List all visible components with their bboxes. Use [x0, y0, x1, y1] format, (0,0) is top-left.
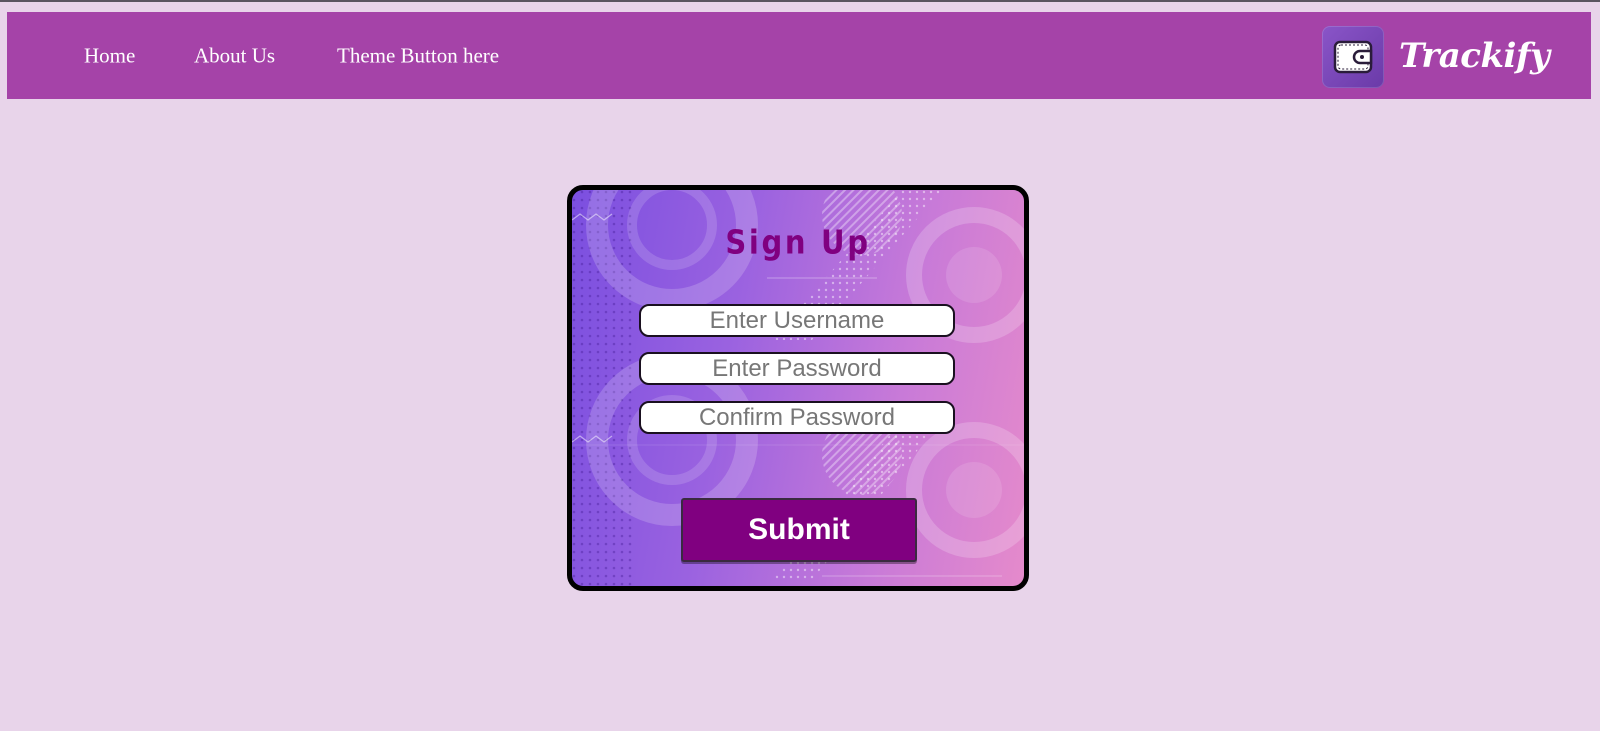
password-input[interactable]	[639, 352, 955, 385]
wallet-icon[interactable]	[1322, 26, 1384, 88]
nav-link-home[interactable]: Home	[84, 44, 135, 69]
submit-button[interactable]: Submit	[681, 498, 917, 562]
nav-link-theme-button[interactable]: Theme Button here	[337, 44, 499, 69]
signup-card: Sign Up Submit	[567, 185, 1029, 591]
brand-name[interactable]: Trackify	[1399, 36, 1550, 76]
window-top-border	[0, 0, 1600, 2]
confirm-password-input[interactable]	[639, 401, 955, 434]
navbar: Home About Us Theme Button here Trackify	[7, 12, 1591, 99]
signup-title: Sign Up	[725, 222, 871, 262]
nav-link-about-us[interactable]: About Us	[194, 44, 275, 69]
username-input[interactable]	[639, 304, 955, 337]
